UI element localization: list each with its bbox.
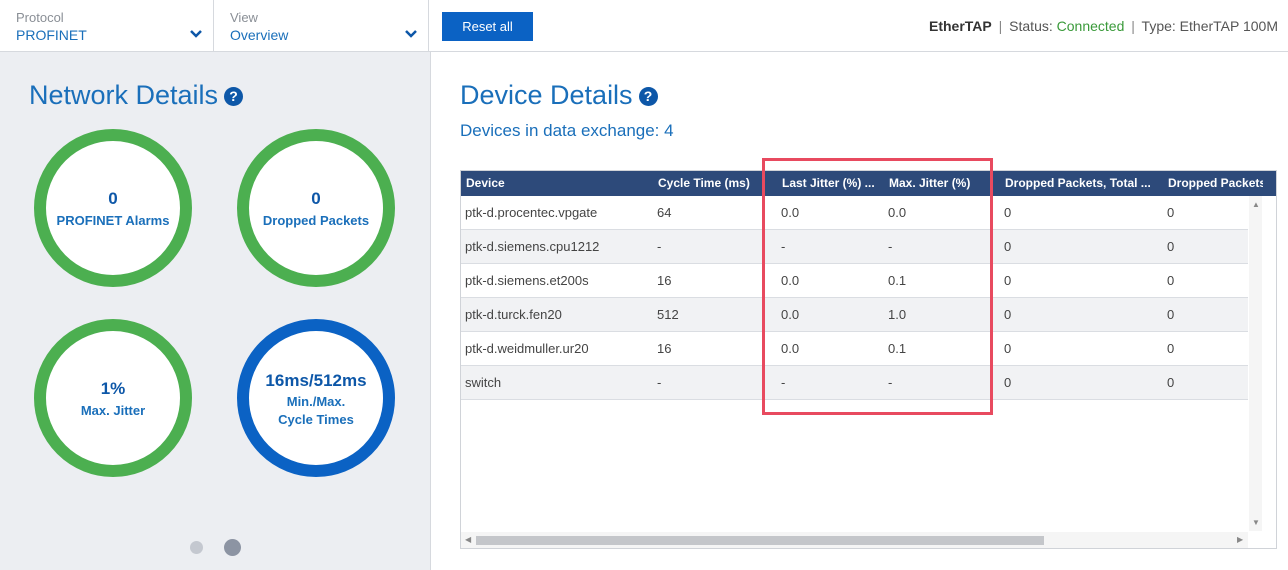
col-header-dropped-total[interactable]: Dropped Packets, Total ... (1000, 171, 1162, 196)
cell-dropped: 0 (1167, 375, 1175, 390)
cell-dropped: 0 (1167, 307, 1175, 322)
device-type: Type: EtherTAP 100M (1141, 18, 1278, 34)
cell-cycle-time: 16 (657, 341, 672, 356)
horizontal-scrollbar[interactable]: ◀ ▶ (461, 532, 1248, 548)
separator: | (1131, 18, 1135, 34)
scroll-down-icon[interactable]: ▼ (1252, 518, 1260, 527)
separator: | (998, 18, 1003, 34)
max-jitter-widget[interactable]: 1% Max. Jitter (34, 319, 192, 477)
cell-dropped-total: 0 (1004, 205, 1012, 220)
network-details-title-text: Network Details (29, 80, 219, 110)
view-value: Overview (230, 27, 289, 43)
cell-dropped-total: 0 (1004, 375, 1012, 390)
col-header-cycle-time[interactable]: Cycle Time (ms) (653, 171, 769, 196)
horizontal-scroll-thumb[interactable] (476, 536, 1044, 545)
cell-dropped: 0 (1167, 239, 1175, 254)
cell-dropped: 0 (1167, 341, 1175, 356)
view-dropdown[interactable]: View Overview (214, 0, 429, 51)
vertical-scrollbar[interactable]: ▲ ▼ (1249, 196, 1262, 531)
jitter-columns-highlight (762, 158, 993, 415)
cell-dropped-total: 0 (1004, 307, 1012, 322)
jitter-value: 1% (100, 379, 126, 398)
col-header-device[interactable]: Device (461, 171, 653, 196)
cell-cycle-time: 16 (657, 273, 672, 288)
scroll-up-icon[interactable]: ▲ (1252, 200, 1260, 209)
app-root: Protocol PROFINET View Overview Reset al… (0, 0, 1288, 570)
help-icon[interactable]: ? (638, 87, 658, 106)
pager-dot-2-active[interactable] (224, 539, 241, 556)
top-bar: Protocol PROFINET View Overview Reset al… (0, 0, 1288, 52)
chevron-down-icon (405, 30, 417, 38)
jitter-label: Max. Jitter (80, 403, 146, 418)
cycle-label-line1: Min./Max. (286, 394, 346, 409)
cycle-value: 16ms/512ms (265, 371, 367, 390)
pager-dot-1[interactable] (190, 541, 203, 554)
cell-cycle-time: - (657, 375, 662, 390)
status-value: Connected (1056, 18, 1125, 34)
protocol-label: Protocol (16, 10, 64, 25)
cell-dropped-total: 0 (1004, 341, 1012, 356)
device-details-title: Device Details? (460, 80, 658, 111)
device-name: EtherTAP (929, 18, 992, 34)
dropped-label: Dropped Packets (262, 213, 370, 228)
profinet-alarms-widget[interactable]: 0 PROFINET Alarms (34, 129, 192, 287)
scroll-left-icon[interactable]: ◀ (465, 535, 471, 544)
cell-device: switch (465, 375, 502, 390)
cell-cycle-time: - (657, 239, 662, 254)
cell-device: ptk-d.siemens.et200s (465, 273, 589, 288)
cycle-label-line2: Cycle Times (278, 412, 354, 427)
cell-cycle-time: 512 (657, 307, 679, 322)
network-details-panel: Network Details? 0 PROFINET Alarms 0 Dro… (0, 52, 431, 570)
cell-dropped-total: 0 (1004, 239, 1012, 254)
cell-device: ptk-d.procentec.vpgate (465, 205, 598, 220)
device-details-title-text: Device Details (460, 80, 633, 110)
help-icon[interactable]: ? (224, 87, 244, 106)
cycle-times-widget[interactable]: 16ms/512ms Min./Max. Cycle Times (237, 319, 395, 477)
device-status: EtherTAP | Status: Connected | Type: Eth… (929, 18, 1278, 34)
alarms-value: 0 (108, 189, 118, 208)
cell-dropped-total: 0 (1004, 273, 1012, 288)
protocol-dropdown[interactable]: Protocol PROFINET (0, 0, 214, 51)
reset-all-button[interactable]: Reset all (442, 12, 533, 41)
col-header-dropped[interactable]: Dropped Packets (1163, 171, 1263, 196)
alarms-label: PROFINET Alarms (56, 213, 170, 228)
cell-device: ptk-d.siemens.cpu1212 (465, 239, 600, 254)
cell-device: ptk-d.weidmuller.ur20 (465, 341, 589, 356)
dropped-packets-widget[interactable]: 0 Dropped Packets (237, 129, 395, 287)
devices-count-subtitle: Devices in data exchange: 4 (460, 121, 674, 140)
cell-dropped: 0 (1167, 205, 1175, 220)
view-label: View (230, 10, 258, 25)
scroll-right-icon[interactable]: ▶ (1237, 535, 1243, 544)
cell-cycle-time: 64 (657, 205, 672, 220)
status-prefix: Status: (1009, 18, 1053, 34)
cell-dropped: 0 (1167, 273, 1175, 288)
network-details-title: Network Details? (29, 80, 244, 111)
cell-device: ptk-d.turck.fen20 (465, 307, 562, 322)
chevron-down-icon (190, 30, 202, 38)
protocol-value: PROFINET (16, 27, 87, 43)
dropped-value: 0 (311, 189, 321, 208)
